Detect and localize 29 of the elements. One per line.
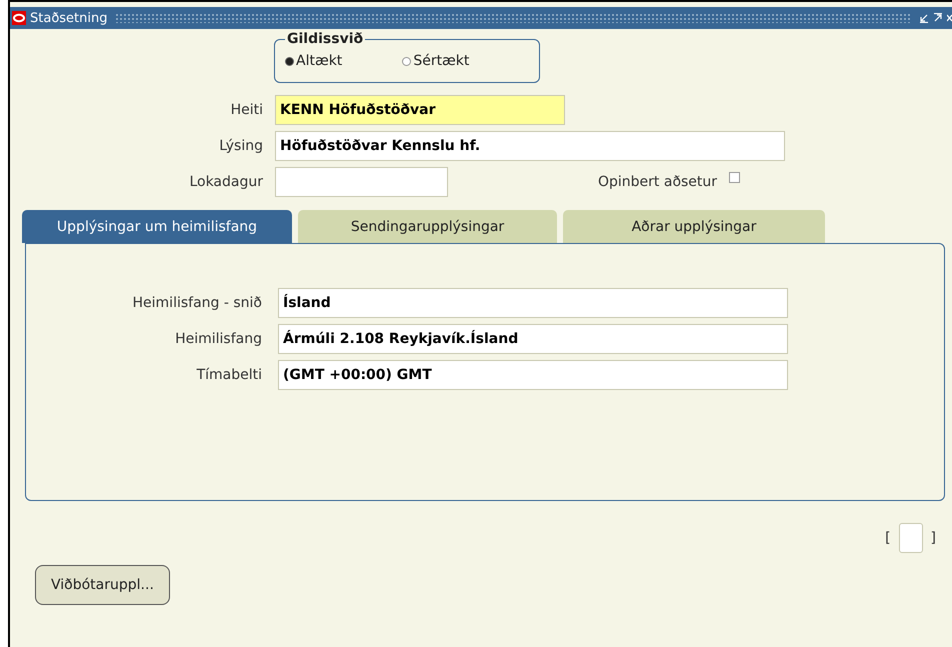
text-field[interactable]: Höfuðstöðvar Kennslu hf. [275,130,785,160]
field-label: Tímabelti [196,367,262,383]
text-field[interactable]: (GMT +00:00) GMT [278,360,788,390]
tab[interactable]: Sendingarupplýsingar [298,210,557,243]
bracket-text: [ [885,530,891,546]
date-field[interactable] [275,166,448,196]
window-title: Staðsetning [30,10,108,26]
field-label: Heimilisfang - snið [132,295,262,311]
field-label: Lýsing [218,138,263,154]
field-label: Heimilisfang [174,331,262,347]
more-info-button[interactable]: Viðbótaruppl... [35,565,170,605]
maximize-icon[interactable] [933,13,943,23]
field-label: Heiti [230,102,263,118]
radio-option[interactable]: Altækt [285,53,342,69]
group-label: Gildissvið [286,31,364,47]
text-field[interactable]: KENN Höfuðstöðvar [275,94,565,124]
checkbox-label: Opinbert aðsetur [598,174,718,190]
checkbox[interactable] [729,172,740,183]
bracket-text: ] [930,530,936,546]
text-field[interactable]: Ármúli 2.108 Reykjavík.Ísland [278,324,788,354]
app-logo-icon [12,11,26,25]
radio-option[interactable]: Sértækt [402,53,470,69]
tab[interactable]: Aðrar upplýsingar [563,210,825,243]
text-field[interactable]: Ísland [278,288,788,318]
field-label: Lokadagur [188,174,263,190]
tab[interactable]: Upplýsingar um heimilisfang [22,210,292,243]
small-field[interactable] [898,523,923,553]
close-icon[interactable] [947,13,952,23]
minimize-icon[interactable] [919,13,929,23]
